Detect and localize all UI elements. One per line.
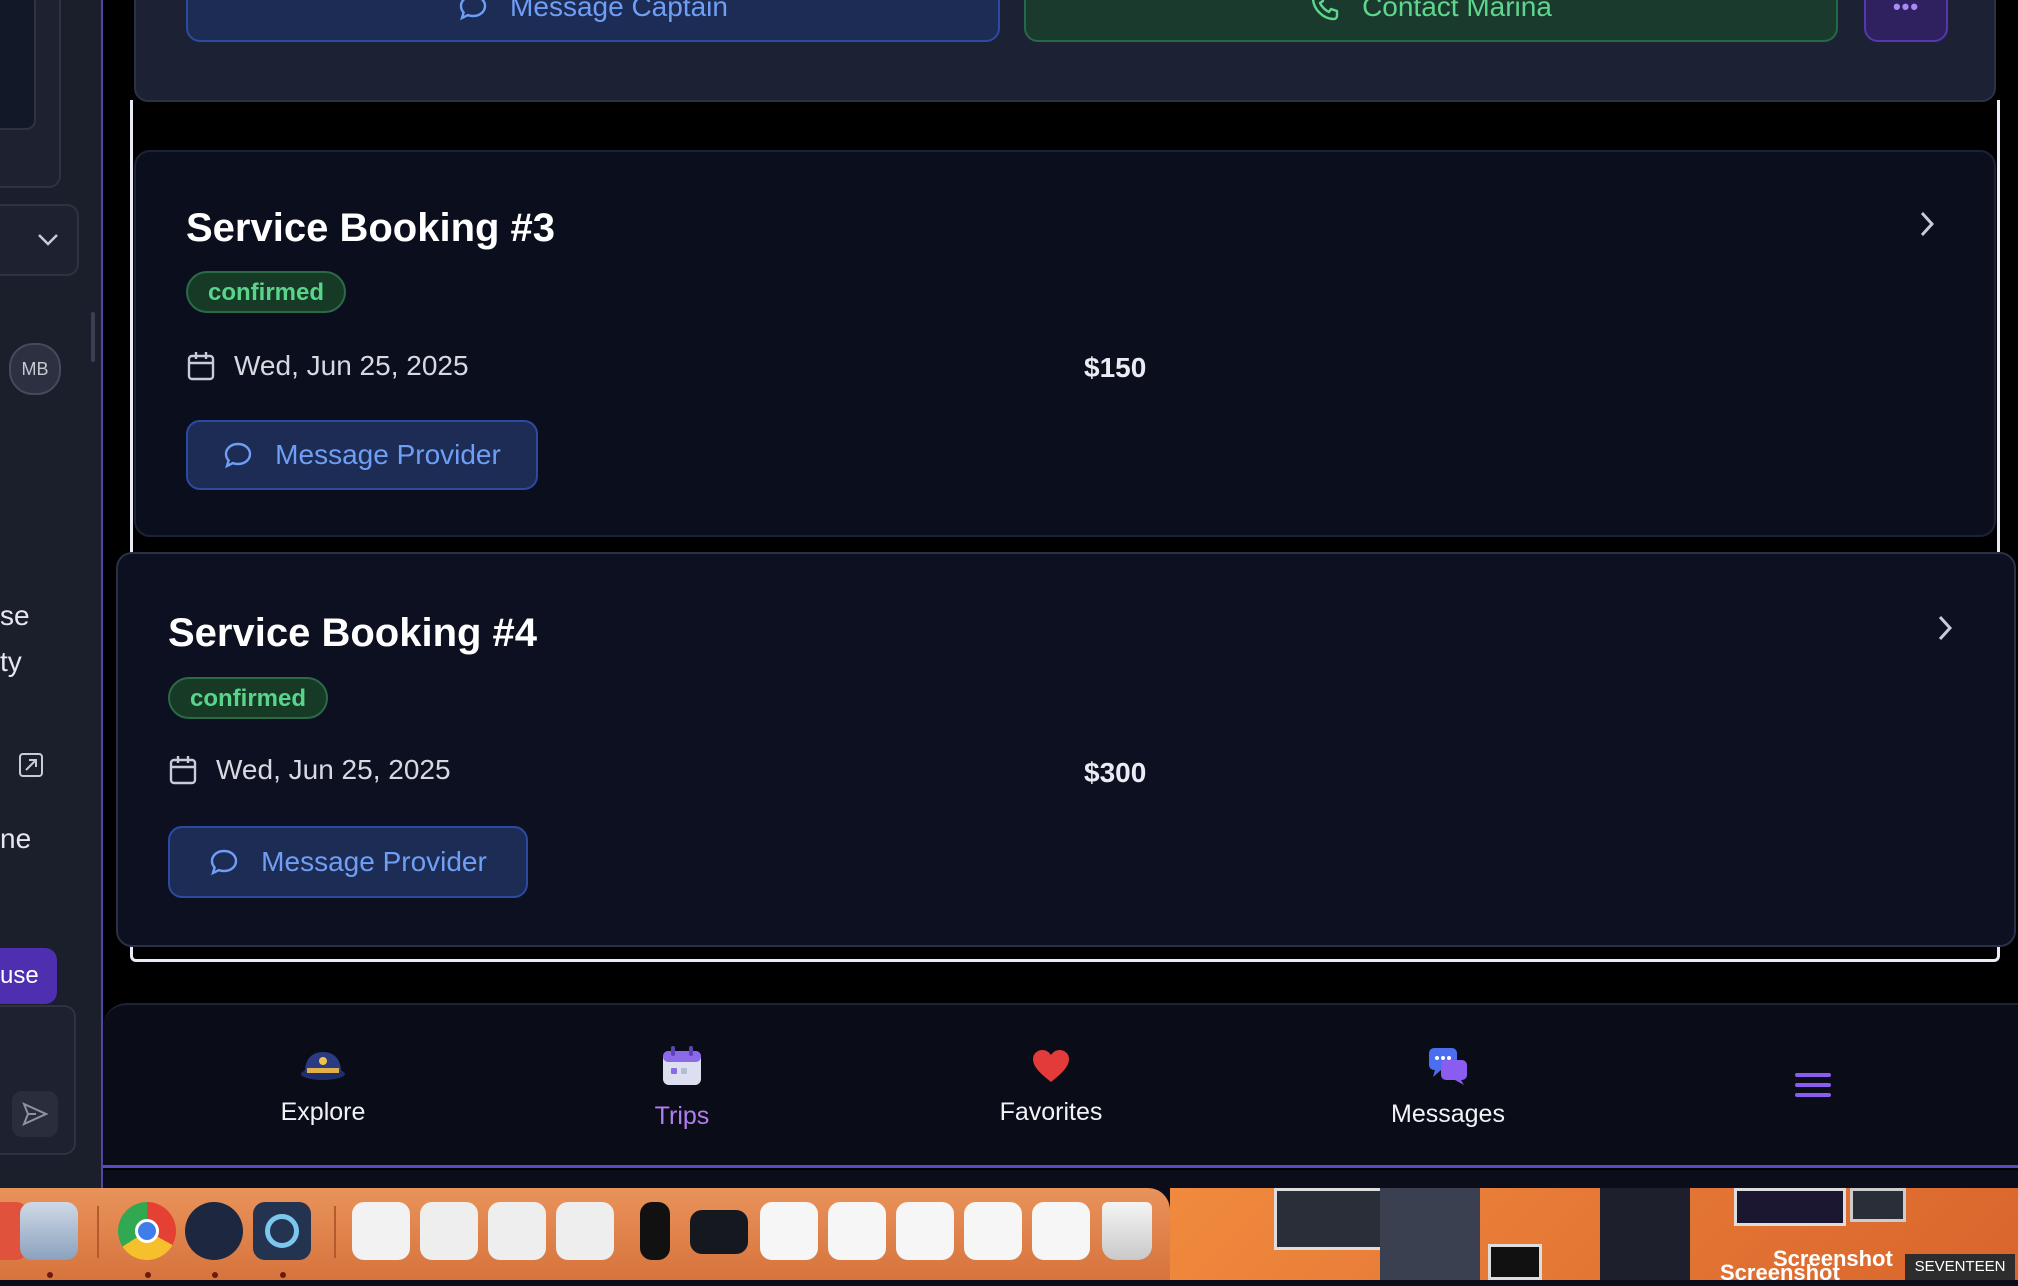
booking-price: $150 [1084,352,1147,383]
dock-separator [334,1206,336,1258]
more-icon: ••• [1892,0,1920,19]
message-provider-label: Message Provider [275,439,501,470]
nav-label: Trips [654,1101,710,1130]
booking-card[interactable]: Service Booking #3 confirmed Wed, Jun 25… [134,150,1996,537]
chevron-down-icon [38,234,58,246]
send-icon [22,1102,48,1126]
more-options-button[interactable]: ••• [1864,0,1948,42]
message-captain-button[interactable]: Message Captain [186,0,1000,42]
document-thumbnail[interactable] [760,1202,818,1260]
captain-hat-icon [301,1051,345,1080]
app-icon[interactable] [253,1202,311,1260]
nav-label: Messages [1391,1099,1505,1128]
partial-text: ty [0,646,22,677]
send-button[interactable] [12,1091,58,1137]
desktop-file-label[interactable]: SEVENTEEN [1905,1254,2015,1280]
message-bubble-icon [459,0,487,21]
trash-icon[interactable] [1102,1202,1152,1260]
running-indicator [47,1272,53,1278]
document-thumbnail[interactable] [896,1202,954,1260]
document-thumbnail[interactable] [352,1202,410,1260]
window-border [103,1165,2018,1168]
side-panel: MB se ty ne use [0,0,103,1190]
dock-separator [97,1206,99,1258]
side-card-inner [0,0,36,130]
desktop-file-label[interactable]: Screenshot [1720,1260,1840,1286]
app-icon[interactable] [20,1202,78,1260]
booking-date: Wed, Jun 25, 2025 [216,754,451,785]
nav-explore[interactable]: Explore [193,1005,453,1169]
booking-price: $300 [1084,757,1147,788]
booking-card[interactable]: Service Booking #4 confirmed Wed, Jun 25… [116,552,2016,947]
running-indicator [145,1272,151,1278]
message-provider-label: Message Provider [261,846,487,877]
calendar-icon [663,1045,701,1085]
side-card [0,0,61,188]
nav-label: Explore [280,1097,366,1126]
message-captain-label: Message Captain [510,0,728,22]
avatar[interactable]: MB [9,343,61,395]
desktop-background: Screenshot Screenshot SEVENTEEN [1170,1188,2018,1285]
desktop-file-thumbnail[interactable] [1600,1188,1690,1280]
resize-handle[interactable] [91,312,95,362]
partial-text: se [0,600,30,631]
partial-text: ne [0,823,32,854]
composer-box[interactable] [0,1005,76,1155]
document-thumbnail[interactable] [420,1202,478,1260]
document-thumbnail[interactable] [556,1202,614,1260]
booking-title: Service Booking #3 [186,206,556,250]
booking-title: Service Booking #4 [168,611,538,655]
booking-card-previous: Message Captain Contact Marina ••• [134,0,1996,102]
desktop-file-thumbnail[interactable] [1488,1244,1542,1280]
heart-icon [1033,1049,1069,1082]
status-badge: confirmed [168,677,329,719]
calendar-icon [187,352,215,381]
document-thumbnail[interactable] [640,1202,670,1260]
desktop-file-thumbnail[interactable] [1734,1188,1846,1226]
phone-icon [1312,0,1339,21]
chevron-right-icon[interactable] [1915,207,1939,241]
message-provider-button[interactable]: Message Provider [186,420,538,490]
calendar-icon [169,756,197,785]
partial-button[interactable]: use [0,948,57,1004]
nav-trips[interactable]: Trips [552,1005,812,1169]
bottom-navigation: Explore Trips Favorites Messages [103,1003,2018,1167]
running-indicator [212,1272,218,1278]
status-badge: confirmed [186,271,347,313]
dock [0,1188,1170,1280]
chevron-right-icon[interactable] [1933,611,1957,645]
contact-marina-button[interactable]: Contact Marina [1024,0,1838,42]
chrome-icon[interactable] [118,1202,176,1260]
hamburger-menu-icon [1795,1073,1831,1097]
document-thumbnail[interactable] [1032,1202,1090,1260]
app-icon[interactable] [185,1202,243,1260]
nav-label: Favorites [999,1097,1103,1126]
open-external-icon[interactable] [18,752,44,778]
chat-bubbles-icon [1429,1047,1467,1085]
message-bubble-icon [224,442,252,469]
document-thumbnail[interactable] [690,1210,748,1254]
document-thumbnail[interactable] [828,1202,886,1260]
document-thumbnail[interactable] [964,1202,1022,1260]
message-bubble-icon [210,849,238,876]
nav-favorites[interactable]: Favorites [921,1005,1181,1169]
desktop-file-thumbnail[interactable] [1380,1188,1480,1280]
desktop-file-thumbnail[interactable] [1850,1188,1906,1222]
running-indicator [280,1272,286,1278]
menu-button[interactable] [1788,1065,1838,1105]
booking-date: Wed, Jun 25, 2025 [234,350,469,381]
message-provider-button[interactable]: Message Provider [168,826,528,898]
contact-marina-label: Contact Marina [1362,0,1552,22]
collapse-toggle[interactable] [0,204,79,276]
nav-messages[interactable]: Messages [1318,1005,1578,1169]
document-thumbnail[interactable] [488,1202,546,1260]
